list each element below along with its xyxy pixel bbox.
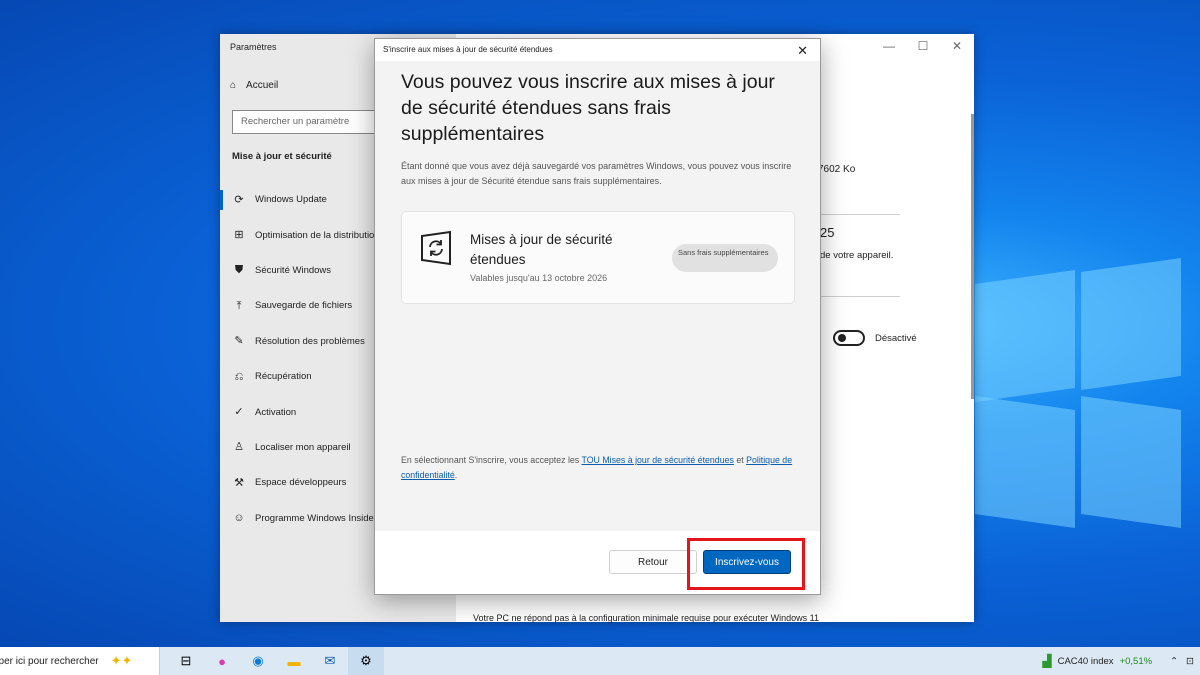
maximize-icon[interactable]: ☐ <box>906 34 940 58</box>
update-sync-icon <box>421 230 451 266</box>
card-title: Mises à jour de sécurité étendues <box>470 232 613 267</box>
taskbar-search[interactable]: Taper ici pour rechercher ✦✦ <box>0 647 160 675</box>
system-tray: ▟ CAC40 index +0,51% ⌃ ⊡ <box>1042 647 1200 675</box>
copilot-icon[interactable]: ● <box>204 647 240 675</box>
back-button[interactable]: Retour <box>609 550 697 574</box>
recovery-icon: ⎌ <box>234 370 244 383</box>
window-controls: — ☐ ✕ <box>872 34 974 58</box>
taskbar: Taper ici pour rechercher ✦✦ ⊟ ● ◉ ▬ ✉ ⚙… <box>0 647 1200 675</box>
terms-text: En sélectionnant S'inscrire, vous accept… <box>401 455 793 480</box>
refresh-icon: ⟳ <box>234 193 244 206</box>
dialog-description: Étant donné que vous avez déjà sauvegard… <box>401 161 792 186</box>
free-badge: Sans frais supplémentaires <box>672 244 778 272</box>
nav-home[interactable]: ⌂ Accueil <box>230 80 278 91</box>
close-icon[interactable]: ✕ <box>940 34 974 58</box>
ticker-change: +0,51% <box>1119 655 1153 667</box>
tools-icon: ⚒ <box>234 476 244 489</box>
esu-card: Mises à jour de sécurité étendues Valabl… <box>401 211 795 304</box>
wrench-icon: ✎ <box>234 335 244 348</box>
person-pin-icon: ♙ <box>234 441 244 454</box>
sparkle-icon: ✦✦ <box>110 653 133 668</box>
esu-enroll-dialog: S'inscrire aux mises à jour de sécurité … <box>374 38 821 595</box>
scrollbar[interactable] <box>971 114 974 399</box>
toggle-label: Désactivé <box>875 333 917 344</box>
taskbar-apps: ⊟ ● ◉ ▬ ✉ ⚙ <box>168 647 384 675</box>
mail-icon[interactable]: ✉ <box>312 647 348 675</box>
stock-chart-icon: ▟ <box>1042 654 1052 668</box>
windows-logo-wallpaper <box>975 257 1185 535</box>
insider-cat-icon: ☺ <box>233 512 245 525</box>
file-explorer-icon[interactable]: ▬ <box>276 647 312 675</box>
divider <box>818 214 900 215</box>
device-text: de votre appareil. <box>820 250 894 261</box>
chevron-up-icon[interactable]: ⌃ <box>1170 656 1178 667</box>
terms-link[interactable]: TOU Mises à jour de sécurité étendues <box>581 455 733 465</box>
edge-icon[interactable]: ◉ <box>240 647 276 675</box>
close-icon[interactable]: ✕ <box>797 43 808 59</box>
divider <box>818 296 900 297</box>
requirements-text: Votre PC ne répond pas à la configuratio… <box>473 613 820 623</box>
dialog-title: S'inscrire aux mises à jour de sécurité … <box>383 45 553 54</box>
toggle-switch[interactable] <box>833 330 865 346</box>
dialog-heading: Vous pouvez vous inscrire aux mises à jo… <box>401 71 775 145</box>
delivery-icon: ⊞ <box>234 229 244 242</box>
card-subtitle: Valables jusqu'au 13 octobre 2026 <box>470 273 608 283</box>
update-size: 7602 Ko <box>818 164 856 175</box>
settings-gear-icon[interactable]: ⚙ <box>348 647 384 675</box>
highlight-box <box>687 538 805 590</box>
check-circle-icon: ✓ <box>234 406 244 419</box>
minimize-icon[interactable]: — <box>872 34 906 58</box>
shield-icon: ⛊ <box>234 264 244 277</box>
ticker-name[interactable]: CAC40 index <box>1058 656 1114 667</box>
section-title: Mise à jour et sécurité <box>232 151 332 162</box>
upload-icon: ⤒ <box>236 299 242 312</box>
year-text: 25 <box>820 225 835 240</box>
home-icon: ⌂ <box>230 80 237 91</box>
network-icon[interactable]: ⊡ <box>1186 656 1194 667</box>
task-view-icon[interactable]: ⊟ <box>168 647 204 675</box>
nav-home-label: Accueil <box>246 80 279 91</box>
settings-title: Paramètres <box>230 42 277 52</box>
